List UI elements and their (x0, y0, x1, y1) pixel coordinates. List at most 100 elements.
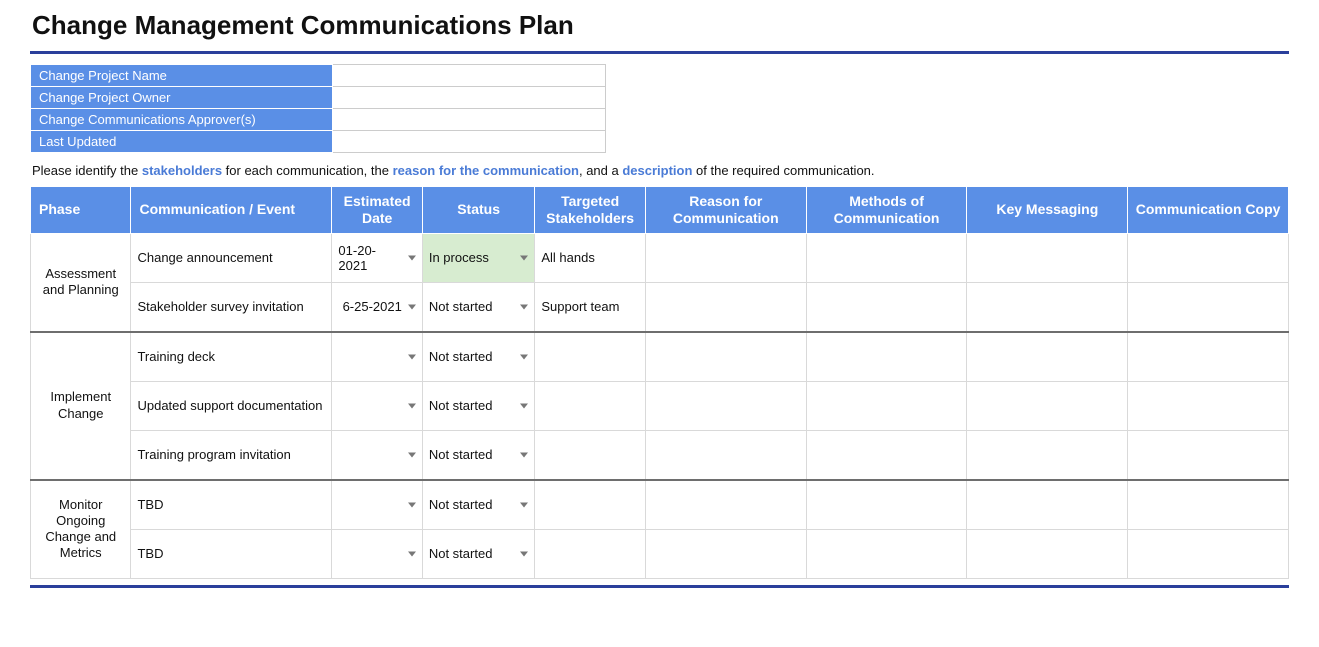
table-row: Stakeholder survey invitation6-25-2021No… (31, 282, 1289, 332)
col-methods: Methods of Communication (806, 187, 967, 234)
reason-cell[interactable] (645, 480, 806, 530)
date-cell[interactable] (332, 480, 422, 530)
col-stakeholders: Targeted Stakeholders (535, 187, 646, 234)
col-status: Status (422, 187, 535, 234)
date-cell[interactable]: 6-25-2021 (332, 282, 422, 332)
instruction-mid2: , and a (579, 163, 622, 178)
date-cell[interactable] (332, 529, 422, 578)
instruction-post: of the required communication. (692, 163, 874, 178)
event-cell[interactable]: Training program invitation (131, 430, 332, 480)
copy-cell[interactable] (1128, 233, 1289, 282)
reason-cell[interactable] (645, 332, 806, 382)
reason-cell[interactable] (645, 529, 806, 578)
instruction-mid1: for each communication, the (222, 163, 393, 178)
page-title: Change Management Communications Plan (32, 10, 1289, 41)
messaging-cell[interactable] (967, 233, 1128, 282)
chevron-down-icon (520, 502, 528, 507)
chevron-down-icon (408, 551, 416, 556)
event-cell[interactable]: Change announcement (131, 233, 332, 282)
methods-cell[interactable] (806, 480, 967, 530)
messaging-cell[interactable] (967, 529, 1128, 578)
status-cell[interactable]: Not started (422, 480, 535, 530)
status-cell[interactable]: Not started (422, 381, 535, 430)
messaging-cell[interactable] (967, 381, 1128, 430)
plan-table: Phase Communication / Event Estimated Da… (30, 186, 1289, 579)
copy-cell[interactable] (1128, 332, 1289, 382)
status-cell[interactable]: In process (422, 233, 535, 282)
col-event: Communication / Event (131, 187, 332, 234)
stakeholders-cell[interactable]: Support team (535, 282, 646, 332)
instruction-link-description: description (622, 163, 692, 178)
stakeholders-cell[interactable] (535, 430, 646, 480)
methods-cell[interactable] (806, 282, 967, 332)
methods-cell[interactable] (806, 529, 967, 578)
methods-cell[interactable] (806, 430, 967, 480)
instruction-link-reason: reason for the communication (393, 163, 579, 178)
messaging-cell[interactable] (967, 332, 1128, 382)
event-cell[interactable]: Stakeholder survey invitation (131, 282, 332, 332)
stakeholders-cell[interactable]: All hands (535, 233, 646, 282)
col-reason: Reason for Communication (645, 187, 806, 234)
chevron-down-icon (520, 403, 528, 408)
date-cell[interactable] (332, 381, 422, 430)
stakeholders-cell[interactable] (535, 480, 646, 530)
status-cell[interactable]: Not started (422, 430, 535, 480)
meta-value-project-owner[interactable] (333, 87, 606, 109)
event-cell[interactable]: TBD (131, 529, 332, 578)
meta-label-last-updated: Last Updated (31, 131, 333, 153)
event-cell[interactable]: Training deck (131, 332, 332, 382)
chevron-down-icon (408, 452, 416, 457)
top-rule (30, 51, 1289, 54)
col-copy: Communication Copy (1128, 187, 1289, 234)
chevron-down-icon (408, 502, 416, 507)
col-phase: Phase (31, 187, 131, 234)
phase-cell: Implement Change (31, 332, 131, 480)
copy-cell[interactable] (1128, 430, 1289, 480)
date-cell[interactable] (332, 332, 422, 382)
meta-label-project-name: Change Project Name (31, 65, 333, 87)
instruction-link-stakeholders: stakeholders (142, 163, 222, 178)
methods-cell[interactable] (806, 381, 967, 430)
chevron-down-icon (520, 452, 528, 457)
reason-cell[interactable] (645, 381, 806, 430)
table-row: Monitor Ongoing Change and MetricsTBDNot… (31, 480, 1289, 530)
status-cell[interactable]: Not started (422, 529, 535, 578)
messaging-cell[interactable] (967, 480, 1128, 530)
chevron-down-icon (408, 255, 416, 260)
meta-value-last-updated[interactable] (333, 131, 606, 153)
table-row: TBD Not started (31, 529, 1289, 578)
copy-cell[interactable] (1128, 381, 1289, 430)
methods-cell[interactable] (806, 233, 967, 282)
table-row: Training program invitation Not started (31, 430, 1289, 480)
col-messaging: Key Messaging (967, 187, 1128, 234)
chevron-down-icon (408, 304, 416, 309)
meta-value-approvers[interactable] (333, 109, 606, 131)
messaging-cell[interactable] (967, 282, 1128, 332)
methods-cell[interactable] (806, 332, 967, 382)
messaging-cell[interactable] (967, 430, 1128, 480)
date-cell[interactable]: 01-20-2021 (332, 233, 422, 282)
table-header-row: Phase Communication / Event Estimated Da… (31, 187, 1289, 234)
chevron-down-icon (408, 354, 416, 359)
reason-cell[interactable] (645, 282, 806, 332)
copy-cell[interactable] (1128, 480, 1289, 530)
event-cell[interactable]: Updated support documentation (131, 381, 332, 430)
status-cell[interactable]: Not started (422, 282, 535, 332)
date-cell[interactable] (332, 430, 422, 480)
reason-cell[interactable] (645, 233, 806, 282)
chevron-down-icon (520, 304, 528, 309)
copy-cell[interactable] (1128, 529, 1289, 578)
instruction-text: Please identify the stakeholders for eac… (32, 163, 1289, 178)
chevron-down-icon (520, 255, 528, 260)
event-cell[interactable]: TBD (131, 480, 332, 530)
copy-cell[interactable] (1128, 282, 1289, 332)
stakeholders-cell[interactable] (535, 332, 646, 382)
status-cell[interactable]: Not started (422, 332, 535, 382)
stakeholders-cell[interactable] (535, 529, 646, 578)
stakeholders-cell[interactable] (535, 381, 646, 430)
reason-cell[interactable] (645, 430, 806, 480)
meta-value-project-name[interactable] (333, 65, 606, 87)
instruction-pre: Please identify the (32, 163, 142, 178)
chevron-down-icon (520, 354, 528, 359)
col-date: Estimated Date (332, 187, 422, 234)
